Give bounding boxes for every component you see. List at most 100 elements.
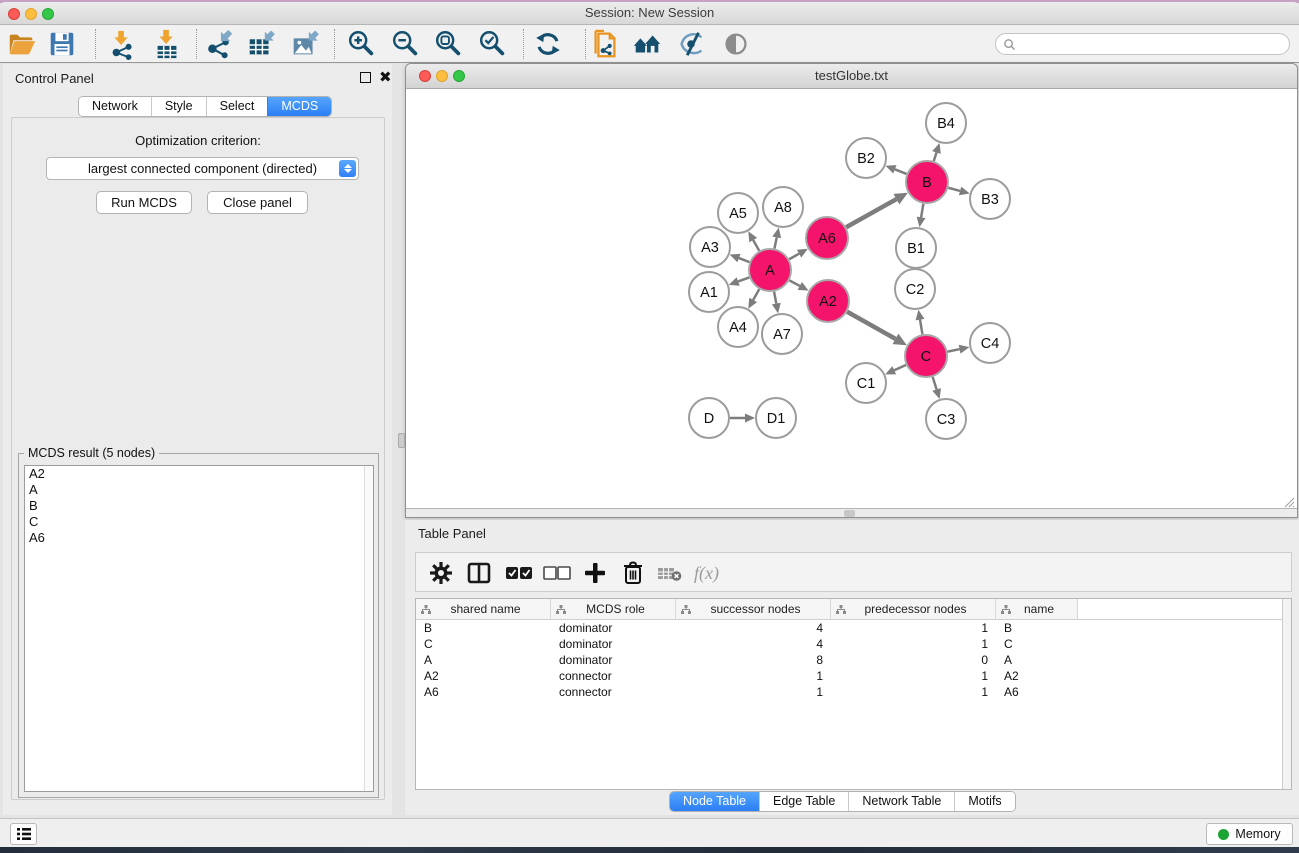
select-all-icon[interactable] bbox=[504, 559, 534, 587]
network-maximize-button[interactable] bbox=[453, 70, 465, 82]
graph-edge-A-A6[interactable] bbox=[789, 254, 799, 260]
mcds-result-item[interactable]: A6 bbox=[25, 530, 373, 546]
column-header-successor-nodes[interactable]: successor nodes bbox=[676, 599, 831, 619]
graph-edge-C-C4[interactable] bbox=[948, 349, 960, 351]
mcds-result-list[interactable]: A2ABCA6 bbox=[24, 465, 374, 792]
export-table-icon[interactable] bbox=[244, 28, 278, 60]
open-file-icon[interactable] bbox=[5, 28, 39, 60]
mcds-result-item[interactable]: B bbox=[25, 498, 373, 514]
table-row[interactable]: Bdominator41B bbox=[416, 620, 1291, 636]
resize-grip-icon[interactable] bbox=[1283, 496, 1295, 508]
import-network-icon[interactable] bbox=[105, 28, 139, 60]
close-panel-button[interactable]: Close panel bbox=[207, 191, 308, 214]
minimize-window-button[interactable] bbox=[25, 8, 37, 20]
graph-edge-C-C1[interactable] bbox=[894, 365, 906, 370]
export-image-icon[interactable] bbox=[288, 28, 322, 60]
export-network-icon[interactable] bbox=[202, 28, 236, 60]
graph-node-label: B bbox=[922, 175, 932, 191]
mcds-result-item[interactable]: C bbox=[25, 514, 373, 530]
delete-icon[interactable] bbox=[621, 559, 645, 587]
list-scrollbar[interactable] bbox=[364, 466, 373, 791]
graph-edge-A-A8[interactable] bbox=[774, 237, 776, 248]
columns-icon[interactable] bbox=[466, 559, 492, 587]
float-panel-icon[interactable] bbox=[360, 72, 371, 83]
tab-node-table[interactable]: Node Table bbox=[670, 792, 759, 811]
column-header-name[interactable]: name bbox=[996, 599, 1078, 619]
mcds-result-item[interactable]: A bbox=[25, 482, 373, 498]
zoom-selected-icon[interactable] bbox=[475, 28, 509, 60]
close-panel-icon[interactable]: ✖ bbox=[379, 72, 392, 83]
graph-edge-A-A1[interactable] bbox=[738, 277, 749, 281]
tab-edge-table[interactable]: Edge Table bbox=[759, 792, 848, 811]
graph-edge-B-B2[interactable] bbox=[895, 169, 907, 174]
graph-edge-A6-B[interactable] bbox=[846, 199, 896, 227]
maximize-window-button[interactable] bbox=[42, 8, 54, 20]
table-row[interactable]: Adominator80A bbox=[416, 652, 1291, 668]
table-cell: 1 bbox=[831, 636, 996, 652]
column-header-shared-name[interactable]: shared name bbox=[416, 599, 551, 619]
zoom-fit-icon[interactable] bbox=[431, 28, 465, 60]
graph-edge-B-B3[interactable] bbox=[948, 188, 960, 191]
save-session-icon[interactable] bbox=[45, 28, 79, 60]
network-minimize-button[interactable] bbox=[436, 70, 448, 82]
table-row[interactable]: A2connector11A2 bbox=[416, 668, 1291, 684]
refresh-icon[interactable] bbox=[531, 28, 565, 60]
network-window-titlebar[interactable]: testGlobe.txt bbox=[406, 64, 1297, 89]
table-row[interactable]: A6connector11A6 bbox=[416, 684, 1291, 700]
network-hscrollbar[interactable] bbox=[406, 508, 1297, 517]
search-box[interactable] bbox=[995, 33, 1290, 55]
network-canvas[interactable]: B4B2BB3A8A5A6A3B1AC2A1A2A4A7C4CC1C3DD1 bbox=[406, 89, 1297, 508]
graph-edge-C-C2[interactable] bbox=[920, 320, 922, 335]
graph-edge-A-A3[interactable] bbox=[739, 258, 750, 262]
network-hscroll-thumb[interactable] bbox=[844, 510, 855, 517]
memory-button[interactable]: Memory bbox=[1206, 823, 1293, 845]
table-panel-title: Table Panel bbox=[418, 526, 486, 541]
column-header-predecessor-nodes[interactable]: predecessor nodes bbox=[831, 599, 996, 619]
graph-edge-C-C3[interactable] bbox=[933, 377, 937, 389]
task-history-button[interactable] bbox=[10, 823, 37, 845]
network-graph[interactable]: B4B2BB3A8A5A6A3B1AC2A1A2A4A7C4CC1C3DD1 bbox=[406, 89, 1297, 508]
table-scrollbar[interactable] bbox=[1282, 599, 1291, 789]
tab-motifs[interactable]: Motifs bbox=[954, 792, 1014, 811]
new-network-from-selection-icon[interactable] bbox=[588, 28, 622, 60]
tab-mcds[interactable]: MCDS bbox=[267, 97, 331, 116]
graph-node-label: A8 bbox=[774, 200, 792, 216]
search-input[interactable] bbox=[1020, 37, 1289, 51]
graph-edge-B-B4[interactable] bbox=[934, 153, 937, 162]
eye-icon[interactable] bbox=[719, 28, 753, 60]
toolbar-separator bbox=[334, 29, 335, 59]
graph-edge-A-A7[interactable] bbox=[774, 292, 776, 304]
run-mcds-button[interactable]: Run MCDS bbox=[96, 191, 192, 214]
network-vscroll-thumb[interactable] bbox=[398, 433, 405, 448]
network-window-title: testGlobe.txt bbox=[406, 64, 1297, 88]
graph-edge-A-A2[interactable] bbox=[789, 280, 799, 286]
tab-network-table[interactable]: Network Table bbox=[848, 792, 954, 811]
import-table-icon[interactable] bbox=[150, 28, 184, 60]
add-icon[interactable] bbox=[582, 559, 608, 587]
edge-arrowhead bbox=[772, 228, 781, 239]
show-all-networks-icon[interactable] bbox=[630, 28, 664, 60]
graph-edge-A-A4[interactable] bbox=[753, 289, 759, 300]
table-cell: A2 bbox=[416, 668, 551, 684]
search-icon bbox=[1003, 38, 1016, 51]
graph-edge-B-B1[interactable] bbox=[921, 204, 923, 218]
delete-table-icon[interactable] bbox=[656, 559, 684, 587]
close-window-button[interactable] bbox=[8, 8, 20, 20]
control-panel-tabbar: NetworkStyleSelectMCDS bbox=[78, 96, 332, 117]
graph-edge-A2-C[interactable] bbox=[847, 312, 895, 339]
column-header-MCDS-role[interactable]: MCDS role bbox=[551, 599, 676, 619]
deselect-all-icon[interactable] bbox=[542, 559, 572, 587]
zoom-out-icon[interactable] bbox=[388, 28, 422, 60]
tab-select[interactable]: Select bbox=[206, 97, 268, 116]
table-row[interactable]: Cdominator41C bbox=[416, 636, 1291, 652]
hide-graphics-details-icon[interactable] bbox=[674, 28, 708, 60]
network-close-button[interactable] bbox=[419, 70, 431, 82]
zoom-in-icon[interactable] bbox=[344, 28, 378, 60]
graph-edge-A-A5[interactable] bbox=[753, 240, 759, 251]
gear-icon[interactable] bbox=[428, 559, 454, 587]
tab-network[interactable]: Network bbox=[79, 97, 151, 116]
edge-arrowhead bbox=[729, 277, 740, 285]
tab-style[interactable]: Style bbox=[151, 97, 206, 116]
mcds-result-item[interactable]: A2 bbox=[25, 466, 373, 482]
criterion-select[interactable]: largest connected component (directed) bbox=[46, 157, 359, 180]
